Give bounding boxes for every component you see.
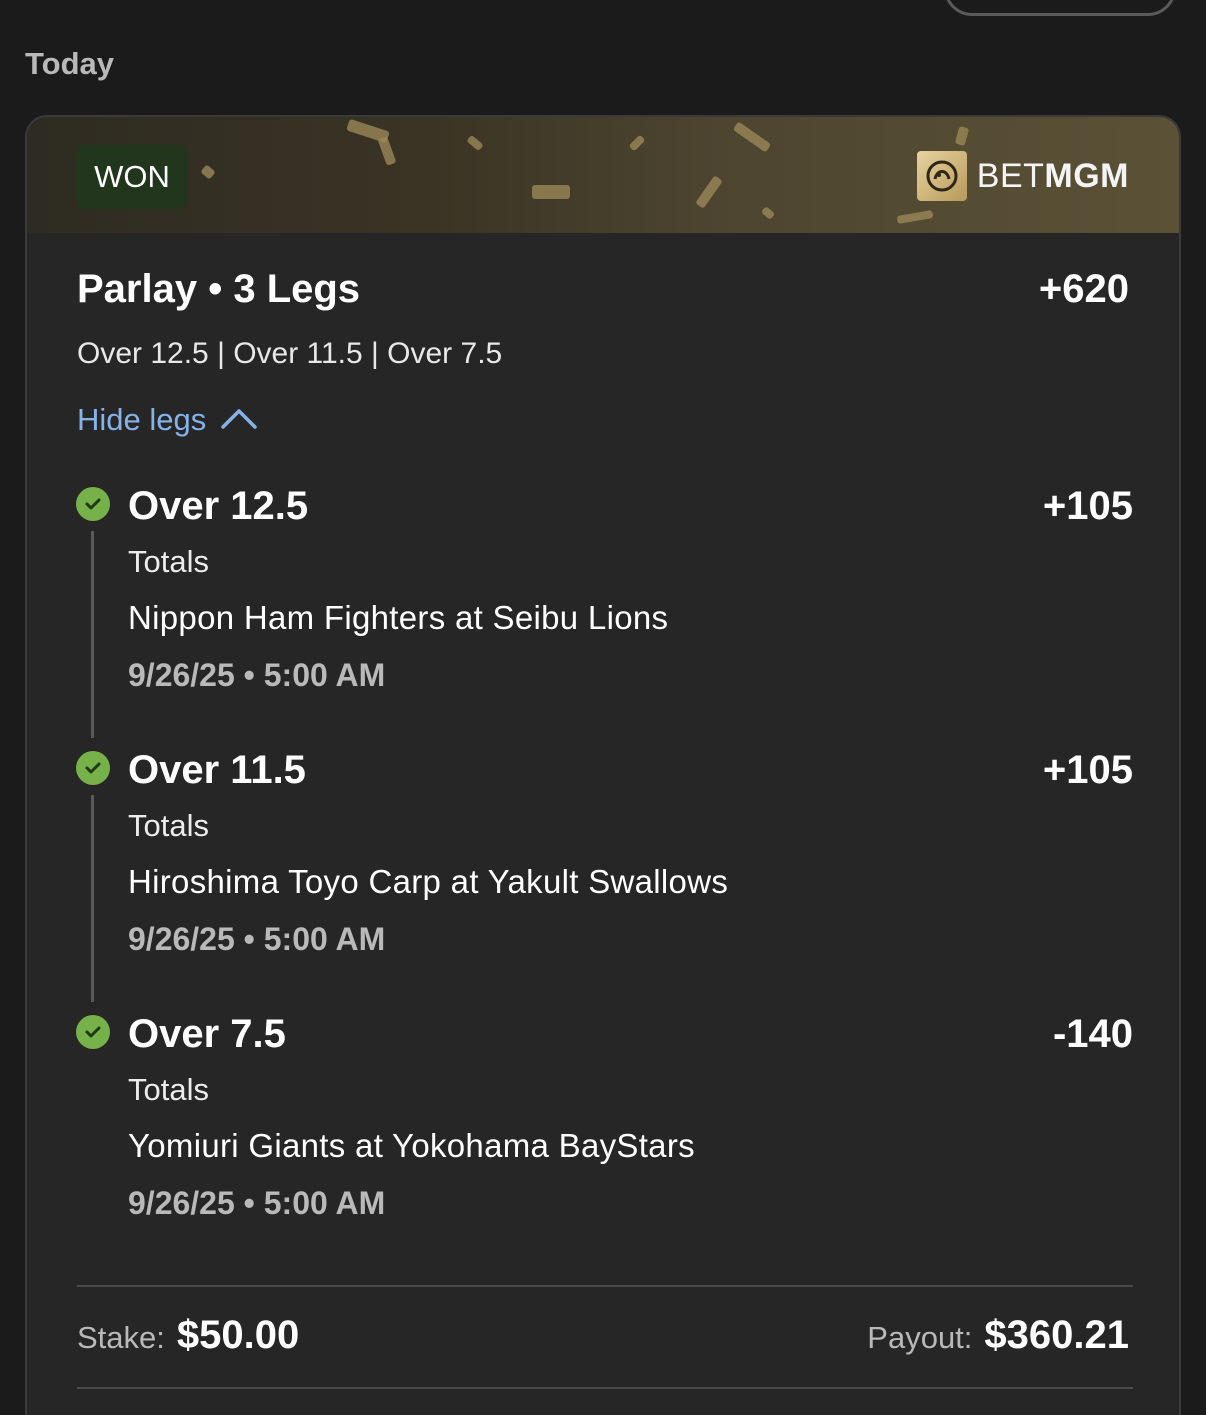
confetti-decoration	[732, 121, 772, 153]
leg-odds: +105	[1042, 484, 1133, 528]
confetti-decoration	[466, 134, 484, 152]
stake-label: Stake:	[77, 1320, 165, 1355]
hide-legs-label: Hide legs	[77, 402, 207, 437]
hide-legs-button[interactable]: Hide legs	[77, 402, 258, 438]
confetti-decoration	[695, 175, 723, 209]
leg-selection: Over 11.5	[128, 748, 306, 792]
bet-history-page: Today WON BETMGM Parlay • 3 Legs +620 Ov…	[0, 0, 1206, 1415]
top-filter-pill[interactable]	[944, 0, 1176, 16]
bet-card-header: WON BETMGM	[27, 117, 1179, 233]
stake-value: $50.00	[176, 1313, 300, 1357]
leg-connector	[91, 531, 94, 738]
leg-market: Totals	[128, 808, 209, 843]
status-badge: WON	[76, 145, 188, 209]
section-title: Today	[25, 46, 114, 81]
divider	[77, 1285, 1133, 1287]
check-circle-icon	[76, 487, 110, 521]
leg-time: 9/26/25 • 5:00 AM	[128, 921, 386, 957]
stake-row: Stake: $50.00	[77, 1313, 299, 1358]
leg-market: Totals	[128, 544, 209, 579]
confetti-decoration	[200, 164, 216, 180]
confetti-decoration	[954, 126, 970, 146]
chevron-up-icon	[220, 402, 258, 438]
confetti-decoration	[377, 136, 397, 166]
leg-event: Hiroshima Toyo Carp at Yakult Swallows	[128, 863, 729, 900]
check-circle-icon	[76, 1015, 110, 1049]
bet-card[interactable]: WON BETMGM Parlay • 3 Legs +620 Over 12.…	[25, 115, 1181, 1415]
bet-summary: Over 12.5 | Over 11.5 | Over 7.5	[77, 337, 503, 370]
leg-odds: -140	[1052, 1012, 1133, 1056]
bet-title: Parlay • 3 Legs	[77, 267, 361, 311]
leg-time: 9/26/25 • 5:00 AM	[128, 657, 386, 693]
brand-logo: BETMGM	[916, 151, 1129, 201]
leg-market: Totals	[128, 1072, 209, 1107]
payout-label: Payout:	[867, 1320, 973, 1355]
leg-event: Yomiuri Giants at Yokohama BayStars	[128, 1127, 695, 1164]
leg-event: Nippon Ham Fighters at Seibu Lions	[128, 599, 669, 636]
divider	[77, 1387, 1133, 1389]
confetti-decoration	[760, 206, 776, 220]
check-circle-icon	[76, 751, 110, 785]
leg-time: 9/26/25 • 5:00 AM	[128, 1185, 386, 1221]
confetti-decoration	[628, 134, 646, 152]
bet-total-odds: +620	[1038, 267, 1129, 311]
lion-logo-icon	[916, 151, 967, 201]
leg-odds: +105	[1042, 748, 1133, 792]
leg-selection: Over 12.5	[128, 484, 309, 528]
payout-value: $360.21	[984, 1313, 1129, 1357]
leg-connector	[91, 795, 94, 1002]
confetti-decoration	[896, 209, 934, 225]
confetti-decoration	[532, 185, 570, 199]
brand-name: BETMGM	[976, 156, 1129, 195]
leg-selection: Over 7.5	[128, 1012, 286, 1056]
payout-row: Payout: $360.21	[867, 1313, 1129, 1358]
